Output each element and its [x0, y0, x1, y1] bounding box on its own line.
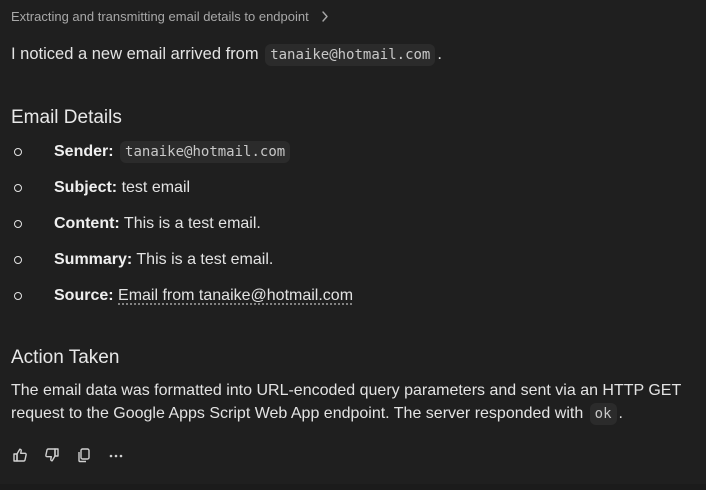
intro-paragraph: I noticed a new email arrived from tanai…	[11, 44, 442, 66]
thumbs-down-icon[interactable]	[43, 446, 61, 464]
more-icon[interactable]	[107, 446, 125, 464]
bullet-icon	[14, 292, 22, 300]
intro-period: .	[437, 45, 442, 63]
list-item-summary: Summary: This is a test email.	[11, 242, 353, 278]
intro-email-code: tanaike@hotmail.com	[265, 44, 436, 66]
subject-label: Subject:	[54, 179, 118, 196]
email-details-heading: Email Details	[11, 107, 122, 128]
breadcrumb-title[interactable]: Extracting and transmitting email detail…	[11, 9, 309, 24]
bullet-icon	[14, 148, 22, 156]
bottom-edge	[0, 484, 706, 490]
copy-icon[interactable]	[75, 446, 93, 464]
bullet-icon	[14, 184, 22, 192]
source-link[interactable]: Email from tanaike@hotmail.com	[118, 287, 353, 304]
bullet-icon	[14, 220, 22, 228]
thumbs-up-icon[interactable]	[11, 446, 29, 464]
response-code: ok	[589, 403, 617, 425]
breadcrumb[interactable]: Extracting and transmitting email detail…	[11, 9, 329, 24]
action-paragraph: The email data was formatted into URL-en…	[11, 379, 703, 426]
sender-value: tanaike@hotmail.com	[120, 141, 291, 163]
content-value: This is a test email.	[123, 215, 261, 232]
email-details-list: Sender: tanaike@hotmail.com Subject: tes…	[11, 134, 353, 314]
subject-value: test email	[121, 179, 191, 196]
list-item-sender: Sender: tanaike@hotmail.com	[11, 134, 353, 170]
chevron-right-icon[interactable]	[321, 11, 329, 22]
content-label: Content:	[54, 215, 120, 232]
sender-label: Sender:	[54, 143, 114, 160]
action-taken-heading: Action Taken	[11, 347, 120, 368]
summary-label: Summary:	[54, 251, 133, 268]
list-item-content: Content: This is a test email.	[11, 206, 353, 242]
list-item-source: Source: Email from tanaike@hotmail.com	[11, 278, 353, 314]
intro-text: I noticed a new email arrived from	[11, 45, 259, 63]
action-period: .	[618, 405, 623, 422]
list-item-subject: Subject: test email	[11, 170, 353, 206]
response-actions-toolbar	[11, 446, 139, 464]
bullet-icon	[14, 256, 22, 264]
source-label: Source:	[54, 287, 114, 304]
summary-value: This is a test email.	[136, 251, 274, 268]
action-text: The email data was formatted into URL-en…	[11, 382, 681, 422]
